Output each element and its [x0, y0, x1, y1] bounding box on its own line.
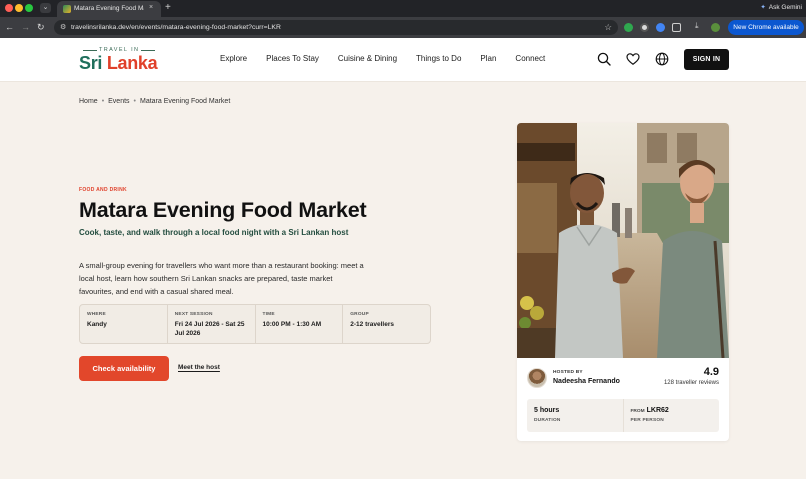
close-window-button[interactable] — [5, 4, 13, 12]
detail-label: WHERE — [87, 312, 106, 317]
detail-label: TIME — [262, 312, 275, 317]
check-availability-button[interactable]: Check availability — [79, 356, 169, 381]
extension-green-icon[interactable] — [624, 23, 633, 32]
nav-things-to-do[interactable]: Things to Do — [416, 54, 461, 63]
review-count[interactable]: 128 traveller reviews — [664, 380, 719, 386]
breadcrumb-separator: • — [133, 98, 136, 105]
nav-plan[interactable]: Plan — [480, 54, 496, 63]
breadcrumb-separator: • — [101, 98, 105, 105]
nav-explore[interactable]: Explore — [220, 54, 247, 63]
site-header: TRAVEL IN Sri Lanka Explore Places To St… — [0, 38, 806, 82]
bookmark-star-icon[interactable]: ☆ — [604, 22, 612, 33]
site-logo[interactable]: TRAVEL IN Sri Lanka — [79, 47, 159, 73]
main-nav: Explore Places To Stay Cuisine & Dining … — [220, 54, 545, 63]
logo-lanka: Lanka — [106, 53, 158, 73]
heart-icon[interactable] — [626, 52, 640, 66]
price-label: PER PERSON — [630, 418, 664, 423]
gemini-sparkle-icon: ✦ — [760, 4, 766, 11]
download-icon[interactable]: ⤓ — [695, 21, 699, 31]
detail-value: 2-12 travellers — [350, 321, 394, 328]
ask-gemini-button[interactable]: ✦ Ask Gemini — [760, 3, 802, 11]
event-description: A small-group evening for travellers who… — [79, 261, 364, 296]
price-line: FROM LKR62 — [631, 407, 720, 414]
duration-stat: 5 hours DURATION — [527, 399, 624, 432]
chrome-update-badge[interactable]: New Chrome available — [728, 20, 804, 35]
logo-wordmark: Sri Lanka — [79, 53, 158, 74]
extension-record-icon[interactable] — [640, 23, 649, 32]
address-bar[interactable]: ⚙ travelinsrilanka.dev/en/events/matara-… — [54, 20, 618, 35]
event-category: FOOD AND DRINK — [79, 187, 127, 193]
price-prefix: FROM — [630, 409, 645, 414]
detail-time: TIME 10:00 PM - 1:30 AM — [256, 305, 344, 343]
sign-in-button[interactable]: SIGN IN — [684, 49, 729, 70]
card-stats: 5 hours DURATION FROM LKR62 PER PERSON — [527, 399, 719, 432]
tab-close-icon[interactable]: × — [149, 4, 153, 11]
forward-arrow-icon[interactable]: → — [21, 22, 30, 32]
detail-next-session: NEXT SESSION Fri 24 Jul 2026 - Sat 25 Ju… — [168, 305, 256, 343]
logo-rule-right — [141, 50, 155, 51]
nav-connect[interactable]: Connect — [515, 54, 545, 63]
page-title: Matara Evening Food Market — [79, 198, 367, 222]
detail-label: GROUP — [350, 312, 369, 317]
host-card: HOSTED BY Nadeesha Fernando 4.9 128 trav… — [517, 123, 729, 441]
breadcrumb-home[interactable]: Home — [79, 98, 98, 105]
breadcrumb-events[interactable]: Events — [108, 98, 129, 105]
event-subtitle: Cook, taste, and walk through a local fo… — [79, 228, 349, 237]
detail-label: NEXT SESSION — [174, 312, 213, 317]
browser-toolbar: ← → ↻ ⚙ travelinsrilanka.dev/en/events/m… — [0, 17, 806, 38]
breadcrumb-current: Matara Evening Food Market — [140, 98, 231, 105]
price-value: LKR62 — [646, 407, 669, 414]
extensions-puzzle-icon[interactable] — [672, 23, 681, 32]
meet-the-host-link[interactable]: Meet the host — [178, 364, 220, 371]
detail-value: 10:00 PM - 1:30 AM — [262, 321, 322, 328]
maximize-window-button[interactable] — [25, 4, 33, 12]
search-icon[interactable] — [597, 52, 611, 66]
avatar[interactable] — [527, 368, 547, 388]
globe-icon[interactable] — [655, 52, 669, 66]
duration-value: 5 hours — [534, 407, 560, 414]
url-text[interactable]: travelinsrilanka.dev/en/events/matara-ev… — [71, 24, 281, 31]
minimize-window-button[interactable] — [15, 4, 23, 12]
reload-icon[interactable]: ↻ — [37, 22, 45, 32]
back-arrow-icon[interactable]: ← — [5, 22, 14, 32]
host-row: HOSTED BY Nadeesha Fernando 4.9 128 trav… — [517, 364, 729, 394]
profile-avatar-icon[interactable] — [711, 23, 720, 32]
detail-group: GROUP 2-12 travellers — [343, 305, 430, 343]
detail-value: Kandy — [87, 321, 107, 328]
tab-title: Matara Evening Food Market — [74, 5, 144, 12]
new-tab-button[interactable]: + — [165, 2, 171, 14]
tab-search-button[interactable]: ⌄ — [40, 3, 51, 13]
nav-cuisine-dining[interactable]: Cuisine & Dining — [338, 54, 397, 63]
host-photo — [517, 123, 729, 358]
browser-tab-active[interactable]: Matara Evening Food Market × — [57, 1, 161, 17]
logo-sri: Sri — [79, 53, 103, 73]
ask-gemini-label: Ask Gemini — [768, 4, 802, 11]
extension-blue-icon[interactable] — [656, 23, 665, 32]
event-details: WHERE Kandy NEXT SESSION Fri 24 Jul 2026… — [79, 304, 431, 344]
nav-places-to-stay[interactable]: Places To Stay — [266, 54, 319, 63]
hosted-by-label: HOSTED BY — [553, 370, 583, 375]
site-info-icon[interactable]: ⚙ — [60, 23, 66, 31]
logo-rule-left — [83, 50, 97, 51]
duration-label: DURATION — [534, 418, 561, 423]
rating-value: 4.9 — [703, 366, 719, 378]
detail-value: Fri 24 Jul 2026 - Sat 25 Jul 2026 — [174, 321, 245, 337]
browser-tab-bar: ⌄ Matara Evening Food Market × + ✦Ask Ge… — [0, 0, 806, 17]
price-stat: FROM LKR62 PER PERSON — [624, 399, 720, 432]
detail-where: WHERE Kandy — [80, 305, 168, 343]
breadcrumb: Home • Events • Matara Evening Food Market — [79, 98, 230, 105]
host-name[interactable]: Nadeesha Fernando — [553, 378, 620, 385]
site-favicon-icon — [63, 5, 71, 13]
